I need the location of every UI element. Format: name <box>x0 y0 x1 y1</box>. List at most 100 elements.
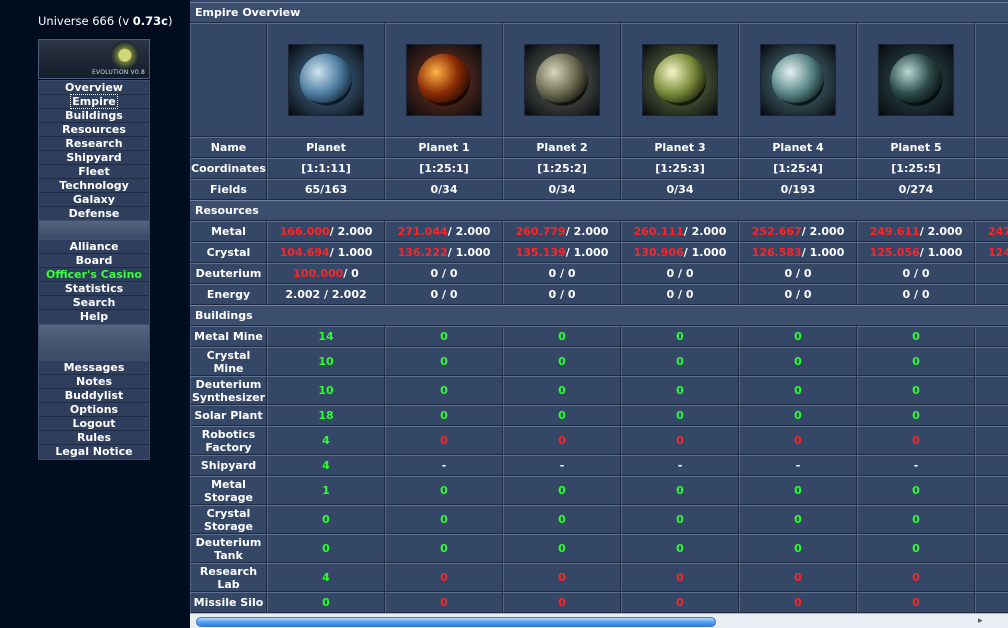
resource-row-metal: Metal 166.000 / 2.000 271.044 / 2.000 260.7… <box>190 221 1008 242</box>
dark-planet-icon[interactable] <box>878 44 954 116</box>
planet-image-cell[interactable] <box>739 23 857 137</box>
resource-capacity-value: / 2.000 <box>447 225 491 238</box>
menu-item-resources[interactable]: Resources <box>39 123 149 137</box>
planet-image-cell[interactable] <box>857 23 975 137</box>
menu-item-statistics[interactable]: Statistics <box>39 282 149 296</box>
resource-current-value: 124 <box>988 246 1008 259</box>
menu-item-defense[interactable]: Defense <box>39 207 149 221</box>
menu-item-empire[interactable]: Empire <box>39 94 149 109</box>
resource-value-cell: 130.906 / 1.000 <box>621 242 739 263</box>
menu-item-technology[interactable]: Technology <box>39 179 149 193</box>
teal-planet-icon[interactable] <box>760 44 836 116</box>
menu-item-legal-notice[interactable]: Legal Notice <box>39 445 149 459</box>
building-label-cell: Crystal Storage <box>190 505 267 534</box>
menu-item-label: Rules <box>76 431 112 444</box>
planet-name-cell: Planet 3 <box>621 137 739 158</box>
menu-item-galaxy[interactable]: Galaxy <box>39 193 149 207</box>
building-level-cell: - <box>503 455 621 476</box>
scrollbar-thumb[interactable] <box>196 617 716 627</box>
building-level: 0 <box>912 571 920 584</box>
building-level: 0 <box>322 596 330 609</box>
fields-row: Fields 65/163 0/34 0/34 0/34 0/193 0/274 <box>190 179 1008 200</box>
menu-item-notes[interactable]: Notes <box>39 375 149 389</box>
building-level: 0 <box>440 513 448 526</box>
planet-coords-cell: [1:25:2] <box>503 158 621 179</box>
building-level: 0 <box>322 542 330 555</box>
game-logo[interactable]: EVOLUTION V0.8 <box>38 39 150 79</box>
resource-value-cell: 136.222 / 1.000 <box>385 242 503 263</box>
menu-item-messages[interactable]: Messages <box>39 361 149 375</box>
menu-item-search[interactable]: Search <box>39 296 149 310</box>
building-level-cell: 18 <box>267 405 385 426</box>
resource-label: Energy <box>206 288 251 301</box>
horizontal-scrollbar[interactable]: ▸ <box>190 613 1008 628</box>
planet-image-cell[interactable] <box>503 23 621 137</box>
menu-item-buildings[interactable]: Buildings <box>39 109 149 123</box>
menu-item-label: Legal Notice <box>55 445 133 458</box>
menu-item-rules[interactable]: Rules <box>39 431 149 445</box>
menu-item-options[interactable]: Options <box>39 403 149 417</box>
menu-item-shipyard[interactable]: Shipyard <box>39 151 149 165</box>
menu-item-board[interactable]: Board <box>39 254 149 268</box>
scroll-right-arrow-icon[interactable]: ▸ <box>978 617 990 626</box>
building-level-cell: 0 <box>621 476 739 505</box>
menu-item-help[interactable]: Help <box>39 310 149 324</box>
planet-image-cell[interactable] <box>267 23 385 137</box>
planet-fields-cell: 0/193 <box>739 179 857 200</box>
building-level-cell: 0 <box>503 592 621 613</box>
resource-current-value: 136.222 <box>397 246 448 259</box>
partial-cell <box>975 426 1008 455</box>
resource-current-value: 260.779 <box>515 225 566 238</box>
planet-coords: [1:25:4] <box>773 162 823 175</box>
planet-fields: 65/163 <box>304 183 348 196</box>
building-row-missile-silo: Missile Silo 0 0 0 0 0 0 <box>190 592 1008 613</box>
building-level: 0 <box>676 596 684 609</box>
menu-item-overview[interactable]: Overview <box>39 81 149 95</box>
building-level: 0 <box>676 330 684 343</box>
resource-row-deuterium: Deuterium 100.000 / 0 0 / 0 0 / 0 0 / 0 0 / 0… <box>190 263 1008 284</box>
building-level-cell: 0 <box>857 505 975 534</box>
blue-planet-icon[interactable] <box>288 44 364 116</box>
building-label: Crystal Storage <box>204 506 253 533</box>
partial-cell <box>975 534 1008 563</box>
menu-item-research[interactable]: Research <box>39 137 149 151</box>
menu-item-buddylist[interactable]: Buddylist <box>39 389 149 403</box>
row-label: Coordinates <box>191 162 266 175</box>
building-level-cell: 0 <box>857 563 975 592</box>
building-level: 0 <box>558 542 566 555</box>
building-label: Deuterium Tank <box>195 535 262 562</box>
building-level-cell: 0 <box>503 426 621 455</box>
building-level: 0 <box>676 434 684 447</box>
building-level-cell: 0 <box>621 326 739 347</box>
resource-capacity-value: / 1.000 <box>447 246 491 259</box>
green-planet-icon[interactable] <box>642 44 718 116</box>
resource-value-cell: 260.779 / 2.000 <box>503 221 621 242</box>
building-level: 0 <box>440 384 448 397</box>
resource-label-cell: Deuterium <box>190 263 267 284</box>
building-level: 4 <box>322 571 330 584</box>
building-row-solar-plant: Solar Plant 18 0 0 0 0 0 <box>190 405 1008 426</box>
partial-cell: 247 <box>975 221 1008 242</box>
menu-item-officer-s-casino[interactable]: Officer's Casino <box>39 268 149 282</box>
grey-planet-icon[interactable] <box>524 44 600 116</box>
menu-item-label: Notes <box>75 375 113 388</box>
building-label: Shipyard <box>200 459 257 472</box>
orange-planet-icon[interactable] <box>406 44 482 116</box>
planet-image-cell[interactable] <box>621 23 739 137</box>
resource-capacity-value: / 1.000 <box>683 246 727 259</box>
menu-item-alliance[interactable]: Alliance <box>39 240 149 254</box>
planet-image-cell[interactable] <box>385 23 503 137</box>
menu-item-label: Board <box>75 254 113 267</box>
building-level-cell: 0 <box>857 476 975 505</box>
building-level: 0 <box>794 409 802 422</box>
planet-name-cell: Planet 5 <box>857 137 975 158</box>
building-level: 18 <box>318 409 334 422</box>
menu-item-fleet[interactable]: Fleet <box>39 165 149 179</box>
planet-fields-cell: 65/163 <box>267 179 385 200</box>
planet-images-row <box>190 23 1008 137</box>
menu-item-logout[interactable]: Logout <box>39 417 149 431</box>
resource-value-cell: 0 / 0 <box>857 284 975 305</box>
resource-value-cell: 100.000 / 0 <box>267 263 385 284</box>
building-level: 0 <box>676 484 684 497</box>
building-level-cell: 0 <box>739 326 857 347</box>
